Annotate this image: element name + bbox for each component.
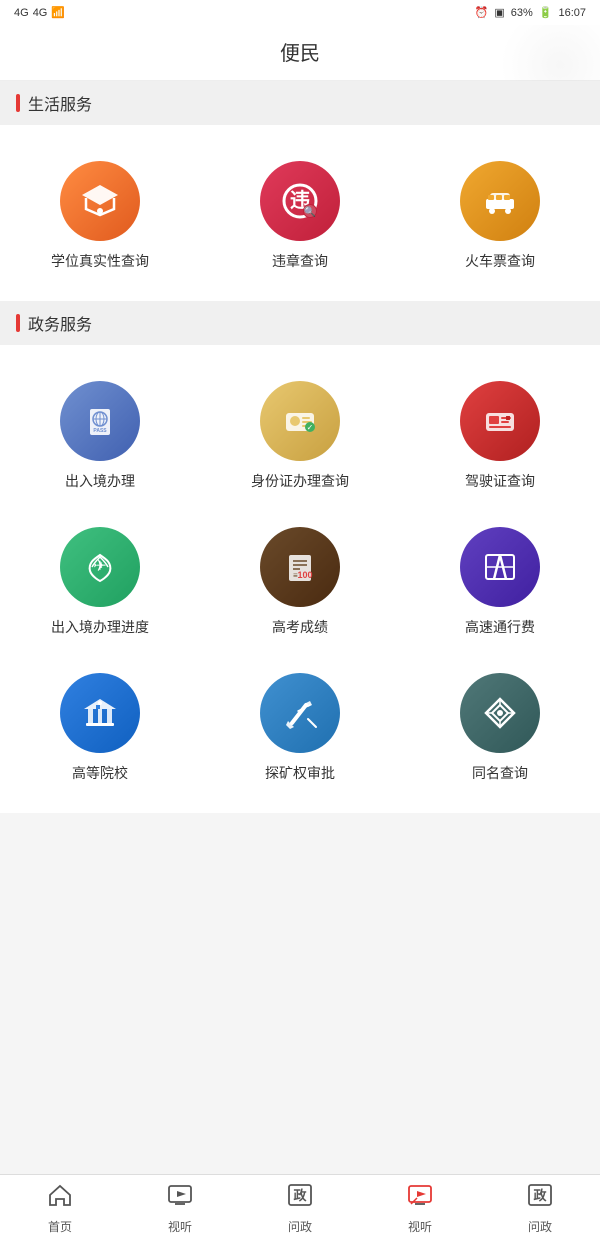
nav-item-home[interactable]: 首页 <box>20 1183 100 1235</box>
driver-label: 驾驶证查询 <box>465 471 535 491</box>
svg-text:!: ! <box>99 207 101 216</box>
battery-bar: 🔋 <box>539 6 553 19</box>
status-left: 4G 4G 📶 <box>14 6 65 19</box>
list-item[interactable]: 高速通行费 <box>400 511 600 657</box>
alarm-icon: ⏰ <box>475 6 489 19</box>
highway-label: 高速通行费 <box>465 617 535 637</box>
svg-text:政: 政 <box>293 1188 307 1203</box>
idcard-icon: ✓ <box>260 381 340 461</box>
mining-label: 探矿权审批 <box>265 763 335 783</box>
gov-section-label: 政务服务 <box>28 311 92 335</box>
svg-text:PASS: PASS <box>93 428 107 434</box>
signal-icon: 4G <box>14 7 29 19</box>
politics-icon: 政 <box>287 1183 313 1214</box>
list-item[interactable]: 高等院校 <box>0 657 200 803</box>
status-bar: 4G 4G 📶 ⏰ ▣ 63% 🔋 16:07 <box>0 0 600 25</box>
section-accent <box>16 94 20 112</box>
svg-text:✓: ✓ <box>307 423 314 432</box>
degree-icon: ! <box>60 161 140 241</box>
time-display: 16:07 <box>558 7 586 19</box>
university-label: 高等院校 <box>72 763 128 783</box>
wifi-icon: 📶 <box>51 6 65 19</box>
svg-text:🔍: 🔍 <box>304 205 316 218</box>
list-item[interactable]: 同名查询 <box>400 657 600 803</box>
politics2-icon: 政 <box>527 1183 553 1214</box>
list-item[interactable]: 火车票查询 <box>400 145 600 291</box>
gaokao-label: 高考成绩 <box>272 617 328 637</box>
life-grid-section: ! 学位真实性查询 违 🔍 违章查询 <box>0 125 600 301</box>
mining-icon <box>260 673 340 753</box>
list-item[interactable]: ✈ 出入境办理进度 <box>0 511 200 657</box>
home-icon <box>47 1183 73 1214</box>
nav-item-politics2[interactable]: 政 问政 <box>500 1183 580 1235</box>
nav-item-video1[interactable]: 视听 <box>140 1183 220 1235</box>
content-area: 生活服务 ! 学位真实性查询 <box>0 81 600 883</box>
list-item[interactable]: 100 ≡ 高考成绩 <box>200 511 400 657</box>
passport-label: 出入境办理 <box>65 471 135 491</box>
samename-icon <box>460 673 540 753</box>
battery-level: 63% <box>511 7 533 19</box>
video2-icon <box>407 1183 433 1214</box>
highway-icon <box>460 527 540 607</box>
page-title: 便民 <box>280 43 320 65</box>
header-wrap: 便民 <box>0 25 600 81</box>
list-item[interactable]: 驾驶证查询 <box>400 365 600 511</box>
list-item[interactable]: 探矿权审批 <box>200 657 400 803</box>
list-item[interactable]: 违 🔍 违章查询 <box>200 145 400 291</box>
university-icon <box>60 673 140 753</box>
nav-politics2-label: 问政 <box>528 1218 552 1235</box>
status-right: ⏰ ▣ 63% 🔋 16:07 <box>475 6 586 19</box>
life-icon-grid: ! 学位真实性查询 违 🔍 违章查询 <box>0 145 600 291</box>
gov-grid-section: PASS 出入境办理 ✓ <box>0 345 600 813</box>
gov-icon-grid: PASS 出入境办理 ✓ <box>0 365 600 803</box>
bottom-nav: 首页 视听 政 问政 视听 <box>0 1174 600 1247</box>
battery-icon: ▣ <box>494 6 504 19</box>
driver-icon <box>460 381 540 461</box>
svg-text:✈: ✈ <box>93 558 106 575</box>
exit-label: 出入境办理进度 <box>51 617 149 637</box>
svg-text:政: 政 <box>533 1188 547 1203</box>
video1-icon <box>167 1183 193 1214</box>
train-label: 火车票查询 <box>465 251 535 271</box>
section-accent-gov <box>16 314 20 332</box>
svg-text:100: 100 <box>297 570 312 580</box>
samename-label: 同名查询 <box>472 763 528 783</box>
violation-label: 违章查询 <box>272 251 328 271</box>
nav-video1-label: 视听 <box>168 1218 192 1235</box>
nav-video2-label: 视听 <box>408 1218 432 1235</box>
train-icon <box>460 161 540 241</box>
nav-item-politics[interactable]: 政 问政 <box>260 1183 340 1235</box>
degree-label: 学位真实性查询 <box>51 251 149 271</box>
signal2-icon: 4G <box>33 7 48 19</box>
nav-home-label: 首页 <box>48 1218 72 1235</box>
list-item[interactable]: ✓ 身份证办理查询 <box>200 365 400 511</box>
nav-item-video2[interactable]: 视听 <box>380 1183 460 1235</box>
exit-icon: ✈ <box>60 527 140 607</box>
svg-text:≡: ≡ <box>293 571 298 580</box>
list-item[interactable]: ! 学位真实性查询 <box>0 145 200 291</box>
life-section-label: 生活服务 <box>28 91 92 115</box>
idcard-label: 身份证办理查询 <box>251 471 349 491</box>
violation-icon: 违 🔍 <box>260 161 340 241</box>
gov-section-header: 政务服务 <box>0 301 600 345</box>
list-item[interactable]: PASS 出入境办理 <box>0 365 200 511</box>
nav-politics-label: 问政 <box>288 1218 312 1235</box>
passport-icon: PASS <box>60 381 140 461</box>
life-section-header: 生活服务 <box>0 81 600 125</box>
gaokao-icon: 100 ≡ <box>260 527 340 607</box>
